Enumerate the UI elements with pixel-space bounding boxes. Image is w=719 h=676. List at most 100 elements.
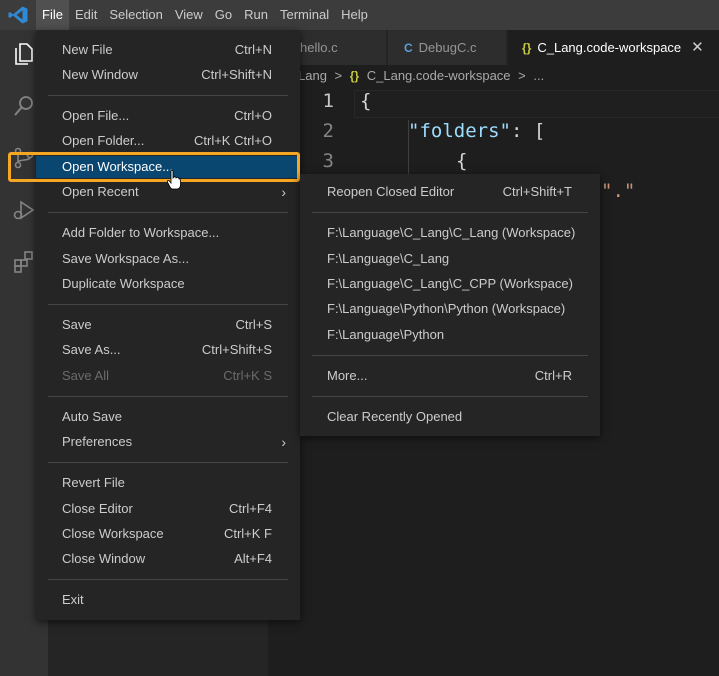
menu-item-label: Exit (62, 592, 84, 607)
menu-item-save-as[interactable]: Save As... Ctrl+Shift+S (36, 339, 300, 361)
tab-label: DebugC.c (418, 40, 477, 55)
editor-tabs: hello.c C DebugC.c {} C_Lang.code-workspac… (268, 30, 719, 65)
menu-item-new-file[interactable]: New File Ctrl+N (36, 39, 300, 61)
shortcut: Ctrl+Shift+N (201, 67, 272, 82)
menu-run[interactable]: Run (238, 0, 274, 30)
menu-item-label: F:\Language\Python (327, 327, 445, 342)
menu-item-more[interactable]: More... Ctrl+R (300, 365, 600, 387)
shortcut: Ctrl+Shift+T (502, 184, 572, 199)
code-punct: : [ (510, 120, 546, 142)
menu-separator (48, 212, 288, 213)
recent-entry[interactable]: F:\Language\Python (300, 324, 600, 346)
chevron-right-icon: › (281, 184, 286, 200)
title-bar: File Edit Selection View Go Run Terminal… (0, 0, 719, 30)
menu-item-label: F:\Language\C_Lang\C_CPP (Workspace) (327, 276, 573, 291)
menu-separator (48, 304, 288, 305)
menu-item-add-folder[interactable]: Add Folder to Workspace... (36, 222, 300, 244)
menu-item-save-workspace-as[interactable]: Save Workspace As... (36, 248, 300, 270)
menu-edit[interactable]: Edit (69, 0, 103, 30)
code-line-2: "folders": [ (408, 120, 545, 142)
menu-item-label: F:\Language\C_Lang (327, 251, 450, 266)
json-key: "folders" (408, 120, 511, 142)
shortcut: Ctrl+N (234, 42, 272, 57)
menu-separator (312, 396, 588, 397)
recent-entry[interactable]: F:\Language\C_Lang\C_CPP (Workspace) (300, 273, 600, 295)
menu-item-label: Revert File (62, 475, 125, 490)
menu-item-save-all: Save All Ctrl+K S (36, 365, 300, 387)
open-recent-submenu: Reopen Closed Editor Ctrl+Shift+T F:\Lang… (300, 174, 600, 436)
shortcut: Ctrl+K F (223, 526, 272, 541)
menu-item-close-window[interactable]: Close Window Alt+F4 (36, 548, 300, 570)
menu-item-label: Save (62, 317, 92, 332)
menu-item-label: Preferences (62, 434, 133, 449)
menu-item-open-file[interactable]: Open File... Ctrl+O (36, 105, 300, 127)
menu-item-duplicate-workspace[interactable]: Duplicate Workspace (36, 273, 300, 295)
recent-entry[interactable]: F:\Language\C_Lang\C_Lang (Workspace) (300, 222, 600, 244)
menu-item-open-folder[interactable]: Open Folder... Ctrl+K Ctrl+O (36, 130, 300, 152)
tab-debugc-c[interactable]: C DebugC.c (388, 30, 506, 65)
breadcrumb-chevron-icon: > (518, 68, 526, 83)
tab-label: C_Lang.code-workspace (537, 40, 682, 55)
c-file-icon: C (404, 41, 413, 55)
close-icon[interactable]: ✕ (691, 39, 704, 56)
json-file-icon: {} (522, 41, 532, 55)
breadcrumb-chevron-icon: > (334, 68, 343, 83)
menu-item-label: Add Folder to Workspace... (62, 225, 220, 240)
shortcut: Ctrl+K Ctrl+O (193, 133, 272, 148)
tab-c-lang-workspace[interactable]: {} C_Lang.code-workspace ✕ (508, 30, 719, 65)
hand-cursor-icon (167, 170, 181, 190)
menu-item-label: New Window (62, 67, 138, 82)
menu-item-new-window[interactable]: New Window Ctrl+Shift+N (36, 64, 300, 86)
menu-item-label: Save Workspace As... (62, 251, 189, 266)
menu-item-label: Close Editor (62, 501, 133, 516)
menu-item-label: Open Recent (62, 184, 139, 199)
breadcrumb-folder[interactable]: Lang (298, 68, 327, 83)
shortcut: Ctrl+S (235, 317, 272, 332)
menu-item-label: Close Workspace (62, 526, 164, 541)
menu-selection[interactable]: Selection (103, 0, 168, 30)
menu-separator (48, 579, 288, 580)
menu-item-label: Save As... (62, 342, 121, 357)
recent-entry[interactable]: F:\Language\C_Lang (300, 248, 600, 270)
highlight-annotation (8, 152, 300, 182)
menu-separator (312, 212, 588, 213)
menu-item-label: Save All (62, 368, 109, 383)
extensions-icon[interactable] (12, 250, 36, 274)
shortcut: Ctrl+K S (223, 368, 272, 383)
breadcrumb: Lang > {} C_Lang.code-workspace > ... (268, 65, 719, 87)
menu-bar: File Edit Selection View Go Run Terminal… (36, 0, 374, 30)
menu-item-auto-save[interactable]: Auto Save (36, 406, 300, 428)
breadcrumb-symbol[interactable]: ... (533, 68, 544, 83)
run-debug-icon[interactable] (12, 198, 36, 222)
menu-item-reopen-closed-editor[interactable]: Reopen Closed Editor Ctrl+Shift+T (300, 181, 600, 203)
menu-help[interactable]: Help (335, 0, 374, 30)
recent-entry[interactable]: F:\Language\Python\Python (Workspace) (300, 298, 600, 320)
code-line-1: { (360, 90, 372, 112)
menu-item-label: Auto Save (62, 409, 122, 424)
menu-item-close-editor[interactable]: Close Editor Ctrl+F4 (36, 498, 300, 520)
menu-item-preferences[interactable]: Preferences › (36, 431, 300, 453)
menu-item-label: Duplicate Workspace (62, 276, 185, 291)
menu-go[interactable]: Go (209, 0, 238, 30)
shortcut: Ctrl+R (534, 368, 572, 383)
menu-file[interactable]: File (36, 0, 69, 30)
menu-item-clear-recently-opened[interactable]: Clear Recently Opened (300, 406, 600, 428)
menu-terminal[interactable]: Terminal (274, 0, 335, 30)
menu-item-save[interactable]: Save Ctrl+S (36, 314, 300, 336)
menu-item-label: Reopen Closed Editor (327, 184, 455, 199)
menu-item-exit[interactable]: Exit (36, 589, 300, 611)
json-file-icon: {} (349, 69, 360, 83)
menu-item-label: F:\Language\Python\Python (Workspace) (327, 301, 566, 316)
shortcut: Alt+F4 (234, 551, 272, 566)
menu-view[interactable]: View (169, 0, 209, 30)
menu-item-label: More... (327, 368, 368, 383)
code-line-3: { (456, 150, 468, 172)
breadcrumb-file[interactable]: C_Lang.code-workspace (367, 68, 511, 83)
menu-separator (312, 355, 588, 356)
shortcut: Ctrl+O (234, 108, 272, 123)
menu-item-revert-file[interactable]: Revert File (36, 472, 300, 494)
search-icon[interactable] (12, 94, 36, 118)
explorer-icon[interactable] (12, 42, 36, 66)
menu-item-close-workspace[interactable]: Close Workspace Ctrl+K F (36, 523, 300, 545)
menu-separator (48, 95, 288, 96)
